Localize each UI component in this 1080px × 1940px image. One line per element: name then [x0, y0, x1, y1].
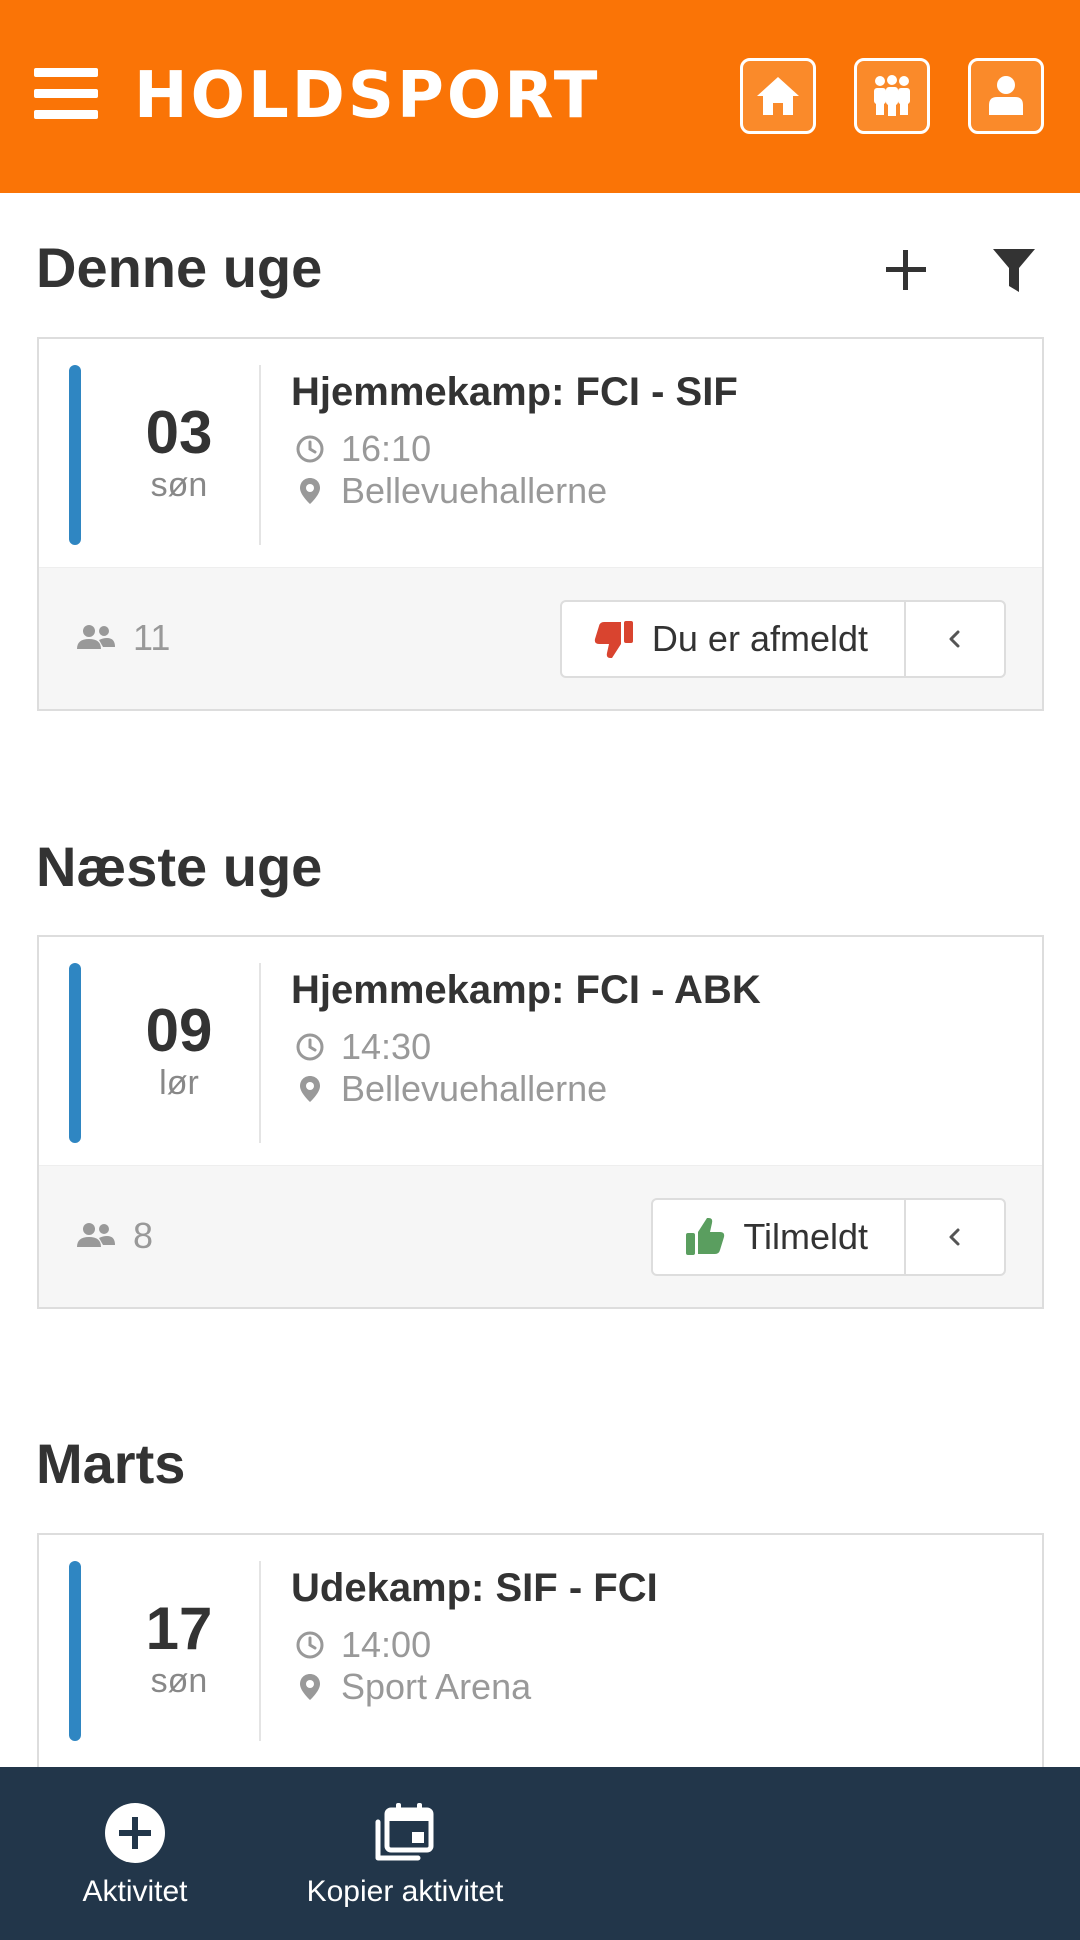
- event-card-header[interactable]: 09 lør Hjemmekamp: FCI - ABK 14:30 Belle…: [39, 937, 1042, 1165]
- people-icon: [77, 625, 115, 649]
- attendance-status-button[interactable]: Tilmeldt: [653, 1200, 906, 1274]
- event-card[interactable]: 17 søn Udekamp: SIF - FCI 14:00 Sport Ar…: [37, 1533, 1044, 1793]
- event-color-stripe: [69, 365, 81, 545]
- event-title[interactable]: Hjemmekamp: FCI - ABK: [291, 965, 761, 1015]
- event-time: 16:10: [341, 428, 432, 469]
- event-weekday: søn: [150, 1662, 208, 1700]
- event-time-row: 14:00: [291, 1623, 431, 1667]
- home-icon: [757, 77, 799, 115]
- thumbs-up-icon: [686, 1218, 725, 1255]
- event-weekday: søn: [150, 466, 208, 504]
- event-date: 03: [145, 399, 213, 466]
- event-card[interactable]: 09 lør Hjemmekamp: FCI - ABK 14:30 Belle…: [37, 935, 1044, 1309]
- divider: [259, 1561, 261, 1741]
- participants-count: 8: [75, 1214, 153, 1258]
- section-title-march: Marts: [36, 1432, 186, 1495]
- copy-activity-button[interactable]: Kopier aktivitet: [295, 1767, 515, 1940]
- bottom-action-bar: Aktivitet Kopier aktivitet: [0, 1767, 1080, 1940]
- event-card-header[interactable]: 03 søn Hjemmekamp: FCI - SIF 16:10 Belle…: [39, 339, 1042, 567]
- clock-icon: [296, 1631, 324, 1659]
- thumbs-down-icon: [594, 621, 633, 658]
- event-card-header[interactable]: 17 søn Udekamp: SIF - FCI 14:00 Sport Ar…: [39, 1535, 1042, 1763]
- divider: [259, 365, 261, 545]
- attendance-status-button[interactable]: Du er afmeldt: [562, 602, 906, 676]
- attendance-status-label: Tilmeldt: [743, 1216, 868, 1257]
- home-button[interactable]: [740, 58, 816, 134]
- event-time: 14:00: [341, 1624, 432, 1665]
- filter-icon: [993, 249, 1035, 292]
- event-weekday: lør: [159, 1064, 199, 1102]
- event-card[interactable]: 03 søn Hjemmekamp: FCI - SIF 16:10 Belle…: [37, 337, 1044, 711]
- event-card-footer: 8 Tilmeldt: [39, 1165, 1042, 1307]
- event-time-row: 14:30: [291, 1025, 431, 1069]
- event-location-row: Bellevuehallerne: [291, 1067, 607, 1111]
- event-location-row: Sport Arena: [291, 1665, 531, 1709]
- attendance-options-button[interactable]: [906, 602, 1004, 676]
- add-activity-button[interactable]: [876, 240, 936, 300]
- hamburger-icon[interactable]: [34, 68, 98, 120]
- event-time: 14:30: [341, 1026, 432, 1067]
- new-activity-button[interactable]: Aktivitet: [60, 1767, 210, 1940]
- event-date: 17: [145, 1595, 213, 1662]
- event-date: 09: [145, 997, 213, 1064]
- copy-activity-label: Kopier aktivitet: [306, 1875, 504, 1908]
- location-pin-icon: [300, 478, 320, 504]
- event-location: Bellevuehallerne: [341, 470, 608, 511]
- new-activity-label: Aktivitet: [82, 1875, 188, 1908]
- people-icon: [77, 1223, 115, 1247]
- team-icon: [874, 75, 910, 116]
- event-card-footer: 11 Du er afmeldt: [39, 567, 1042, 709]
- team-button[interactable]: [854, 58, 930, 134]
- event-location: Sport Arena: [341, 1666, 532, 1707]
- event-color-stripe: [69, 963, 81, 1143]
- app-logo[interactable]: HOLDSPORT: [134, 56, 600, 136]
- copy-calendar-icon: [375, 1803, 434, 1861]
- clock-icon: [296, 1033, 324, 1061]
- section-title-next-week: Næste uge: [36, 835, 323, 898]
- attendance-status-label: Du er afmeldt: [651, 618, 868, 659]
- participants-count: 11: [75, 616, 170, 660]
- location-pin-icon: [300, 1674, 320, 1700]
- event-title[interactable]: Hjemmekamp: FCI - SIF: [291, 367, 738, 417]
- chevron-left-icon: [949, 630, 960, 648]
- attendance-control: Tilmeldt: [651, 1198, 1006, 1276]
- divider: [259, 963, 261, 1143]
- participants-number: 8: [133, 1215, 154, 1256]
- profile-button[interactable]: [968, 58, 1044, 134]
- event-time-row: 16:10: [291, 427, 431, 471]
- participants-number: 11: [133, 617, 171, 658]
- chevron-left-icon: [949, 1228, 960, 1246]
- clock-icon: [296, 435, 324, 463]
- event-location: Bellevuehallerne: [341, 1068, 608, 1109]
- app-header: HOLDSPORT: [0, 0, 1080, 193]
- attendance-control: Du er afmeldt: [559, 600, 1006, 678]
- profile-icon: [989, 76, 1023, 115]
- add-circle-icon: [105, 1803, 165, 1863]
- event-location-row: Bellevuehallerne: [291, 469, 607, 513]
- event-color-stripe: [69, 1561, 81, 1741]
- location-pin-icon: [300, 1076, 320, 1102]
- filter-button[interactable]: [984, 240, 1044, 300]
- section-title-this-week: Denne uge: [36, 236, 323, 299]
- event-title[interactable]: Udekamp: SIF - FCI: [291, 1563, 658, 1613]
- plus-icon: [886, 250, 926, 290]
- attendance-options-button[interactable]: [906, 1200, 1004, 1274]
